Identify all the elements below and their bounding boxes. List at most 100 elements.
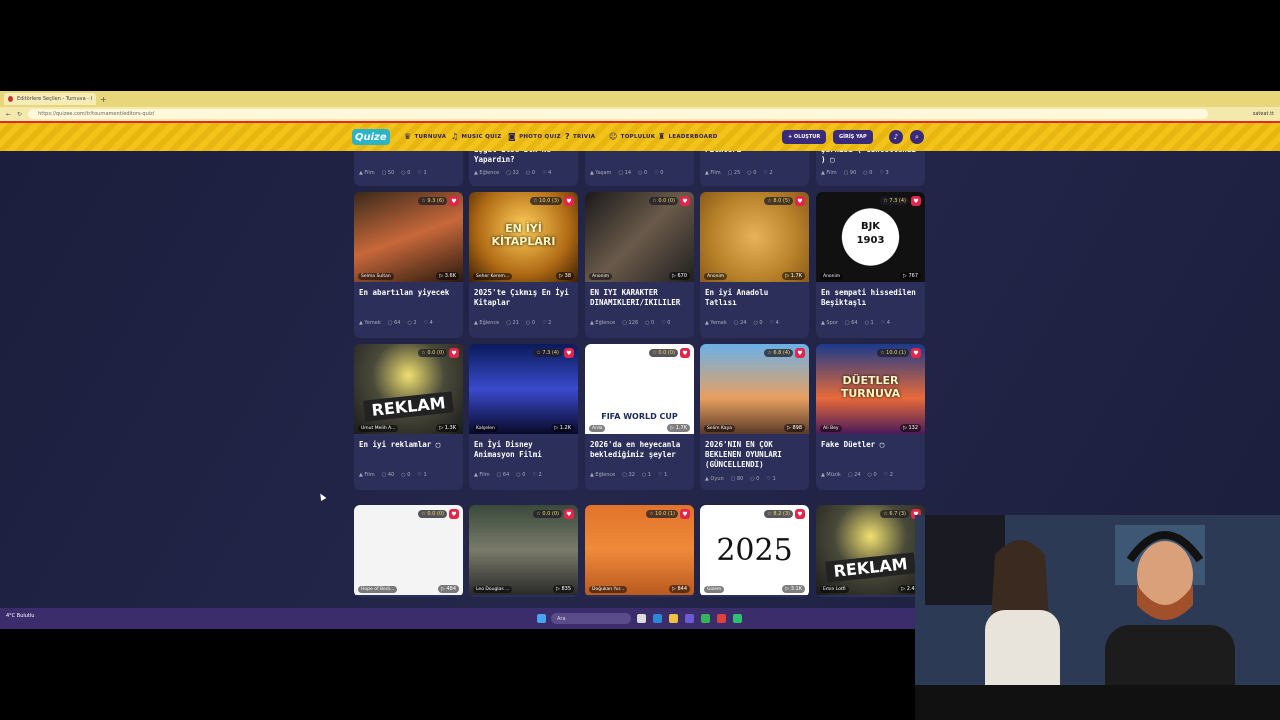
- favorite-heart-icon[interactable]: ♥: [795, 196, 805, 206]
- favorite-heart-icon[interactable]: ♥: [911, 196, 921, 206]
- category-label: ▲ Eğlence: [474, 170, 500, 176]
- site-logo[interactable]: Quize: [352, 129, 390, 145]
- card-thumbnail: ☆ 0.0 (0) ♥ Hope of Bedi... ▷ 484: [354, 505, 463, 595]
- author-chip[interactable]: Anonim: [704, 273, 728, 280]
- new-tab-icon[interactable]: +: [100, 95, 107, 104]
- nav-turnuva[interactable]: ♛ TURNUVA: [404, 132, 446, 141]
- card-meta: ▲ Eğlence ▢ 32 ○ 1 ♡ 1: [585, 468, 694, 482]
- rating-badge: ☆ 6.8 (4): [764, 349, 793, 357]
- favorite-heart-icon[interactable]: ♥: [680, 509, 690, 519]
- nav-trivia[interactable]: ? TRIVIA: [565, 132, 595, 141]
- author-chip[interactable]: Selim Kaya: [704, 425, 735, 432]
- nav-photo-quiz[interactable]: ◙ PHOTO QUIZ: [508, 132, 561, 141]
- profile-label[interactable]: sateat.tt: [1214, 111, 1274, 117]
- rating-badge: ☆ 10.0 (1): [646, 510, 678, 518]
- search-icon[interactable]: ⌕: [910, 130, 924, 144]
- quiz-card[interactable]: ☆ 0.0 (0) ♥ Hope of Bedi... ▷ 484: [354, 505, 463, 597]
- nav-leaderboard[interactable]: ♜ LEADERBOARD: [658, 132, 718, 141]
- quiz-card[interactable]: ☆ 8.0 (5) ♥ Anonim ▷ 1.7K En iyi Anadolu Tat…: [700, 192, 809, 338]
- author-chip[interactable]: Hope of Bedi...: [358, 586, 398, 593]
- item-count: ▢ 80: [730, 476, 744, 482]
- favorite-heart-icon[interactable]: ♥: [680, 196, 690, 206]
- notification-icon[interactable]: ♪: [889, 130, 903, 144]
- quiz-card[interactable]: REKLAM ☆ 0.0 (0) ♥ Umut Melih A... ▷ 1.3K En …: [354, 344, 463, 490]
- quiz-card[interactable]: İşgal Etse İlk Ne Yapardın? ▲ Eğlence ▢ 32…: [469, 151, 578, 186]
- comment-count: ○ 1: [864, 320, 874, 326]
- quiz-card[interactable]: ▲ Film ▢ 50 ○ 0 ♡ 1: [354, 151, 463, 186]
- author-chip[interactable]: Kalşelen: [473, 425, 498, 432]
- folder-icon[interactable]: [669, 614, 678, 623]
- quiz-card[interactable]: ☆ 6.8 (4) ♥ Selim Kaya ▷ 898 2026'NIN EN ÇOK…: [700, 344, 809, 490]
- chrome-icon[interactable]: [701, 614, 710, 623]
- favorite-heart-icon[interactable]: ♥: [449, 196, 459, 206]
- item-count: ▢ 64: [387, 320, 401, 326]
- like-count: ♡ 1: [417, 472, 427, 478]
- author-chip[interactable]: Seher Kerem...: [473, 273, 513, 280]
- back-icon[interactable]: ←: [6, 111, 11, 118]
- quiz-card[interactable]: BJK 1903 ☆ 7.3 (4) ♥ Anonim ▷ 767 En sempati …: [816, 192, 925, 338]
- category-label: ▲ Spor: [821, 320, 838, 326]
- rating-badge: ☆ 8.0 (5): [764, 197, 793, 205]
- reload-icon[interactable]: ↻: [17, 111, 22, 118]
- quiz-card[interactable]: ▲ Yaşam ▢ 14 ○ 0 ♡ 0: [585, 151, 694, 186]
- app2-icon[interactable]: [733, 614, 742, 623]
- comment-count: ○ 0: [516, 472, 526, 478]
- author-chip[interactable]: Ali Bey: [820, 425, 842, 432]
- author-chip[interactable]: Umut Melih A...: [358, 425, 399, 432]
- category-label: ▲ Film: [821, 170, 837, 176]
- favorite-heart-icon[interactable]: ♥: [564, 196, 574, 206]
- quiz-card[interactable]: EN İYİ KİTAPLARI ☆ 10.0 (3) ♥ Seher Kerem..…: [469, 192, 578, 338]
- favorite-heart-icon[interactable]: ♥: [564, 348, 574, 358]
- taskbar-search[interactable]: Ara: [551, 613, 631, 624]
- quiz-card[interactable]: Şarkısı ( Güncellendi ) ▢ ▲ Film ▢ 90 ○ 0 ♡ …: [816, 151, 925, 186]
- favorite-heart-icon[interactable]: ♥: [680, 348, 690, 358]
- site-navbar: Quize ♛ TURNUVA ♫ MUSIC QUIZ ◙ PHOTO QUIZ ?…: [0, 121, 1280, 151]
- taskview-icon[interactable]: [637, 614, 646, 623]
- favorite-heart-icon[interactable]: ♥: [795, 348, 805, 358]
- comment-count: ○ 0: [863, 170, 873, 176]
- nav-music-quiz[interactable]: ♫ MUSIC QUIZ: [451, 132, 502, 141]
- rating-badge: ☆ 0.0 (0): [649, 349, 678, 357]
- favorite-heart-icon[interactable]: ♥: [795, 509, 805, 519]
- start-icon[interactable]: [537, 614, 546, 623]
- browser-tab[interactable]: Editörlere Seçilen - Turnuva - Quizzo: [4, 93, 96, 105]
- quiz-card[interactable]: ☆ 9.3 (6) ♥ Selma Sultan ▷ 3.6K En abartılan…: [354, 192, 463, 338]
- teams-icon[interactable]: [685, 614, 694, 623]
- card-meta: ▲ Yemek ▢ 24 ○ 0 ♡ 4: [700, 316, 809, 330]
- quiz-card[interactable]: REKLAM ☆ 6.7 (3) ♥ Emin Lotfi ▷ 2.4K: [816, 505, 925, 597]
- app-icon[interactable]: [717, 614, 726, 623]
- quiz-card[interactable]: Filmleri ▲ Film ▢ 25 ○ 0 ♡ 2: [700, 151, 809, 186]
- edge-icon[interactable]: [653, 614, 662, 623]
- quiz-card[interactable]: FIFA WORLD CUP ☆ 0.0 (0) ♥ Arda ▷ 1.7K 2026'd…: [585, 344, 694, 490]
- create-button[interactable]: + OLUŞTUR: [782, 130, 827, 144]
- item-count: ▢ 40: [381, 472, 395, 478]
- quiz-card[interactable]: ☆ 10.0 (1) ♥ Doğukan Yur... ▷ 844: [585, 505, 694, 597]
- login-button[interactable]: GİRİŞ YAP: [833, 130, 873, 144]
- nav-topluluk[interactable]: ☺ TOPLULUK: [609, 132, 655, 141]
- author-chip[interactable]: Selma Sultan: [358, 273, 394, 280]
- quiz-card[interactable]: ☆ 7.3 (4) ♥ Kalşelen ▷ 1.2K En İyi Disney An…: [469, 344, 578, 490]
- item-count: ▢ 50: [381, 170, 395, 176]
- author-chip[interactable]: Emin Lotfi: [820, 586, 849, 593]
- category-label: ▲ Oyun: [705, 476, 724, 482]
- author-chip[interactable]: Leo Douglas ...: [473, 586, 513, 593]
- item-count: ▢ 24: [847, 472, 861, 478]
- author-chip[interactable]: Gizem: [704, 586, 725, 593]
- favorite-heart-icon[interactable]: ♥: [911, 348, 921, 358]
- author-chip[interactable]: Doğukan Yur...: [589, 586, 628, 593]
- card-title: En iyi Anadolu Tatlısı: [705, 288, 769, 307]
- weather-widget[interactable]: 4°C Bulutlu: [6, 613, 34, 619]
- card-meta: ▲ Eğlence ▢ 21 ○ 0 ♡ 2: [469, 316, 578, 330]
- author-chip[interactable]: Anonim: [589, 273, 613, 280]
- quiz-card[interactable]: ☆ 0.0 (0) ♥ Anonim ▷ 670 EN IYI KARAKTER DIN…: [585, 192, 694, 338]
- author-chip[interactable]: Arda: [589, 425, 606, 432]
- favorite-heart-icon[interactable]: ♥: [449, 509, 459, 519]
- author-chip[interactable]: Anonim: [820, 273, 844, 280]
- quiz-card[interactable]: 2025 ☆ 8.2 (3) ♥ Gizem ▷ 3.1K: [700, 505, 809, 597]
- favorite-heart-icon[interactable]: ♥: [449, 348, 459, 358]
- like-count: ♡ 2: [532, 472, 542, 478]
- quiz-card[interactable]: DÜETLER TURNUVA ☆ 10.0 (1) ♥ Ali Bey ▷ 132 Fa…: [816, 344, 925, 490]
- quiz-card[interactable]: ☆ 0.0 (0) ♥ Leo Douglas ... ▷ 835: [469, 505, 578, 597]
- url-field[interactable]: https://quizee.com/tr/tournament/editors…: [28, 109, 1208, 119]
- favorite-heart-icon[interactable]: ♥: [564, 509, 574, 519]
